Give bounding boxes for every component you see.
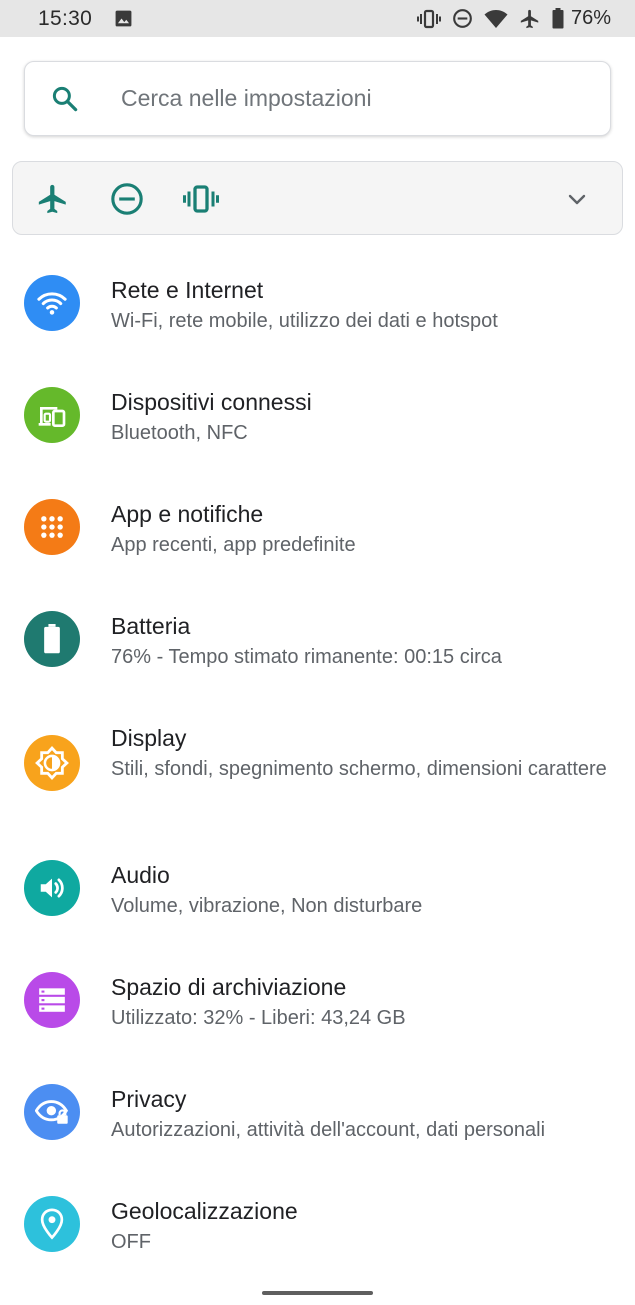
item-title: Display: [111, 725, 187, 751]
battery-icon: [24, 611, 80, 667]
settings-item-audio[interactable]: Audio Volume, vibrazione, Non disturbare: [0, 840, 635, 950]
item-title: Rete e Internet: [111, 277, 264, 303]
vibrate-icon: [416, 9, 441, 29]
item-subtitle: 76% - Tempo stimato rimanente: 00:15 cir…: [111, 646, 502, 668]
status-icons: 76%: [416, 7, 611, 30]
item-title: Dispositivi connessi: [111, 389, 312, 415]
do-not-disturb-icon: [452, 8, 473, 29]
item-title: Spazio di archiviazione: [111, 974, 347, 1000]
quick-settings-bar: [12, 161, 623, 235]
item-subtitle: Stili, sfondi, spegnimento schermo, dime…: [111, 758, 607, 780]
battery-icon: [552, 8, 564, 29]
settings-item-privacy[interactable]: Privacy Autorizzazioni, attività dell'ac…: [0, 1064, 635, 1174]
apps-grid-icon: [24, 499, 80, 555]
location-icon: [24, 1196, 80, 1252]
chevron-down-icon: [568, 194, 586, 205]
settings-item-connected-devices[interactable]: Dispositivi connessi Bluetooth, NFC: [0, 367, 635, 477]
search-box[interactable]: [24, 61, 611, 136]
settings-item-apps[interactable]: App e notifiche App recenti, app predefi…: [0, 479, 635, 589]
item-subtitle: Bluetooth, NFC: [111, 422, 248, 444]
status-bar: 15:30 76%: [0, 0, 635, 37]
item-title: Geolocalizzazione: [111, 1198, 298, 1224]
vibrate-button[interactable]: [180, 178, 222, 220]
devices-icon: [24, 387, 80, 443]
item-subtitle: Autorizzazioni, attività dell'account, d…: [111, 1119, 546, 1141]
image-icon: [114, 9, 133, 28]
settings-item-battery[interactable]: Batteria 76% - Tempo stimato rimanente: …: [0, 591, 635, 701]
wifi-icon: [484, 9, 508, 29]
wifi-icon: [24, 275, 80, 331]
item-title: App e notifiche: [111, 501, 264, 527]
item-title: Audio: [111, 862, 170, 888]
airplane-mode-button[interactable]: [32, 178, 74, 220]
settings-item-network[interactable]: Rete e Internet Wi-Fi, rete mobile, util…: [0, 255, 635, 365]
search-input[interactable]: [121, 85, 581, 112]
settings-item-display[interactable]: Display Stili, sfondi, spegnimento scher…: [0, 703, 635, 838]
item-subtitle: Volume, vibrazione, Non disturbare: [111, 895, 423, 917]
item-subtitle: Wi-Fi, rete mobile, utilizzo dei dati e …: [111, 310, 498, 332]
gesture-nav-handle[interactable]: [262, 1291, 373, 1295]
battery-percent: 76%: [570, 7, 611, 29]
vibrate-icon: [183, 185, 219, 213]
search-icon[interactable]: [25, 84, 105, 114]
airplane-icon: [519, 8, 541, 30]
item-title: Privacy: [111, 1086, 187, 1112]
item-subtitle: Utilizzato: 32% - Liberi: 43,24 GB: [111, 1007, 406, 1029]
privacy-eye-icon: [24, 1084, 80, 1140]
volume-icon: [24, 860, 80, 916]
storage-icon: [24, 972, 80, 1028]
expand-quick-settings-button[interactable]: [558, 180, 596, 218]
settings-item-storage[interactable]: Spazio di archiviazione Utilizzato: 32% …: [0, 952, 635, 1062]
item-subtitle: App recenti, app predefinite: [111, 534, 356, 556]
item-subtitle: OFF: [111, 1231, 151, 1253]
status-time: 15:30: [38, 6, 93, 30]
airplane-icon: [38, 184, 66, 214]
brightness-icon: [24, 735, 80, 791]
item-title: Batteria: [111, 613, 191, 639]
do-not-disturb-button[interactable]: [106, 178, 148, 220]
settings-item-location[interactable]: Geolocalizzazione OFF: [0, 1176, 635, 1276]
do-not-disturb-icon: [111, 183, 143, 215]
